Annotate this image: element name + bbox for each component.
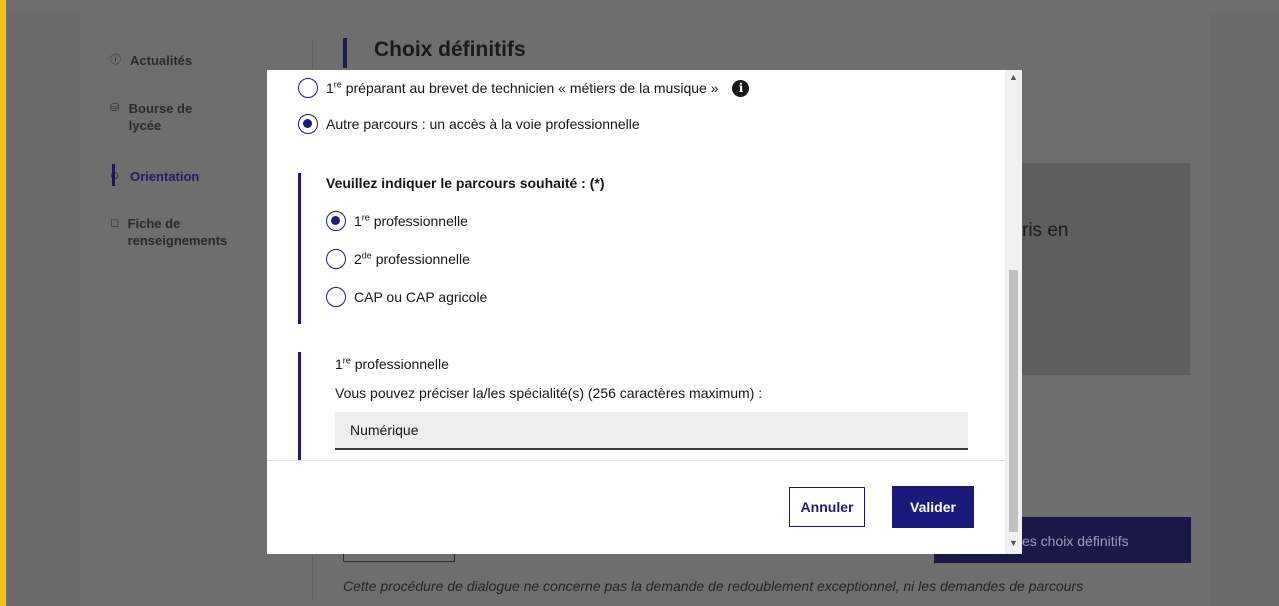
modal-footer-divider: [267, 460, 1005, 461]
radio-1re-pro[interactable]: [326, 211, 346, 231]
modal-body: 1re préparant au brevet de technicien « …: [267, 70, 1005, 460]
info-circle-icon: ⓘ: [110, 54, 121, 66]
procedure-footnote: Cette procédure de dialogue ne concerne …: [343, 578, 1084, 594]
radio-music[interactable]: [298, 78, 318, 98]
info-panel: [1020, 163, 1190, 375]
radio-other-path[interactable]: [298, 114, 318, 134]
title-accent-bar: [343, 38, 347, 68]
choice-label: 2de professionnelle: [354, 250, 470, 267]
sidebar-item-label: Actualités: [130, 53, 193, 68]
sidebar-item-orientation[interactable]: ⊙ Orientation: [110, 168, 199, 185]
sidebar-item-fiche[interactable]: ◻ Fiche de renseignements: [110, 215, 260, 249]
coins-icon: ⛁: [110, 102, 120, 114]
option-music-label: 1re préparant au brevet de technicien « …: [326, 79, 719, 96]
yellow-accent-bar: [0, 0, 6, 606]
info-icon[interactable]: i: [732, 79, 750, 97]
choice-1re-pro[interactable]: 1re professionnelle: [326, 211, 468, 231]
scroll-up-arrow-icon[interactable]: ▲: [1008, 72, 1019, 84]
choice-2de-pro[interactable]: 2de professionnelle: [326, 249, 470, 269]
choice-cap[interactable]: CAP ou CAP agricole: [326, 287, 487, 307]
radio-2de-pro[interactable]: [326, 249, 346, 269]
choice-label: 1re professionnelle: [354, 212, 468, 229]
specialty-accent-bar: [298, 352, 301, 460]
modal-scrollbar[interactable]: ▲ ▼: [1005, 70, 1022, 554]
radio-cap[interactable]: [326, 287, 346, 307]
option-music-technician[interactable]: 1re préparant au brevet de technicien « …: [298, 78, 750, 98]
path-legend: Veuillez indiquer le parcours souhaité :…: [326, 175, 605, 191]
validate-button[interactable]: Valider: [892, 486, 974, 528]
specialty-input[interactable]: [335, 412, 968, 450]
specialty-title: 1re professionnelle: [335, 355, 449, 372]
scroll-thumb[interactable]: [1009, 270, 1018, 532]
sidebar-item-label: Orientation: [130, 169, 200, 184]
sidebar-item-actualites[interactable]: ⓘ Actualités: [110, 52, 192, 69]
fieldset-accent-bar: [298, 173, 301, 324]
specialty-hint: Vous pouvez préciser la/les spécialité(s…: [335, 385, 763, 401]
option-other-path[interactable]: Autre parcours : un accès à la voie prof…: [298, 114, 640, 134]
info-panel-text: ris en: [1022, 220, 1069, 241]
document-icon: ◻: [110, 217, 120, 229]
scroll-down-arrow-icon[interactable]: ▼: [1008, 538, 1019, 550]
choice-modal: 1re préparant au brevet de technicien « …: [267, 70, 1022, 554]
sidebar-active-indicator: [112, 164, 115, 186]
sidebar-item-bourse[interactable]: ⛁ Bourse de lycée: [110, 100, 220, 134]
submit-choices-label: es choix définitifs: [1022, 533, 1129, 549]
choice-label: CAP ou CAP agricole: [354, 289, 488, 305]
option-other-label: Autre parcours : un accès à la voie prof…: [326, 116, 640, 132]
sidebar-item-label: Fiche de renseignements: [127, 216, 228, 248]
cancel-button[interactable]: Annuler: [789, 487, 865, 527]
page-title: Choix définitifs: [374, 38, 526, 61]
sidebar-item-label: Bourse de lycée: [128, 101, 193, 133]
